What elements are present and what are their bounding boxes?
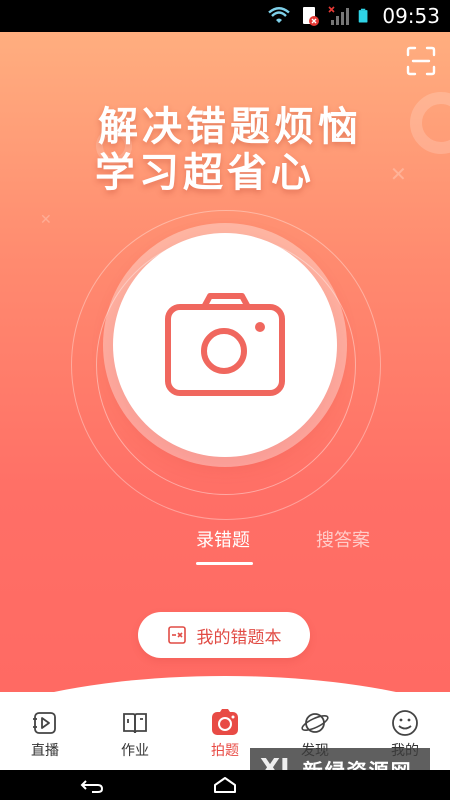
tab-record-mistakes[interactable]: 录错题 xyxy=(196,526,250,552)
notebook-icon xyxy=(167,626,186,644)
sim-icon xyxy=(303,7,320,26)
nav-item-live[interactable]: 直播 xyxy=(0,706,90,770)
my-mistake-notebook-button[interactable]: 我的错题本 xyxy=(138,612,310,658)
status-time: 09:53 xyxy=(382,4,440,28)
home-icon[interactable] xyxy=(212,775,238,795)
decoration-cross: ✕ xyxy=(40,212,52,228)
scan-frame-icon[interactable] xyxy=(406,46,436,76)
mode-tabs: 录错题 搜答案 xyxy=(0,526,450,566)
take-photo-button[interactable] xyxy=(113,233,337,457)
smiley-icon xyxy=(392,710,418,736)
homework-book-icon xyxy=(123,713,147,734)
wifi-icon xyxy=(268,7,291,23)
tab-search-answers[interactable]: 搜答案 xyxy=(316,526,370,552)
live-play-icon xyxy=(33,712,56,734)
active-tab-indicator xyxy=(196,562,253,565)
nav-label-live: 直播 xyxy=(31,743,59,759)
signal-icon xyxy=(328,6,350,25)
system-nav-bar xyxy=(0,770,450,800)
nav-item-homework[interactable]: 作业 xyxy=(90,706,180,770)
battery-icon xyxy=(359,8,368,23)
hero-headline: 解决错题烦恼 学习超省心 xyxy=(0,104,450,196)
headline-line-1: 解决错题烦恼 xyxy=(98,104,362,150)
headline-line-2: 学习超省心 xyxy=(95,150,315,196)
nav-label-photo-question: 拍题 xyxy=(211,743,239,759)
nav-label-homework: 作业 xyxy=(121,743,149,759)
hero-section: ✕ ✕ 解决错题烦恼 学习超省心 录错题 搜答案 我的错题本 xyxy=(0,32,450,692)
camera-icon xyxy=(212,709,238,735)
camera-icon xyxy=(165,293,285,396)
planet-icon xyxy=(301,713,329,733)
notebook-button-label: 我的错题本 xyxy=(196,627,282,648)
hero-bottom-curve xyxy=(0,676,450,692)
back-icon[interactable] xyxy=(78,775,104,795)
status-bar: 09:53 xyxy=(0,0,450,32)
